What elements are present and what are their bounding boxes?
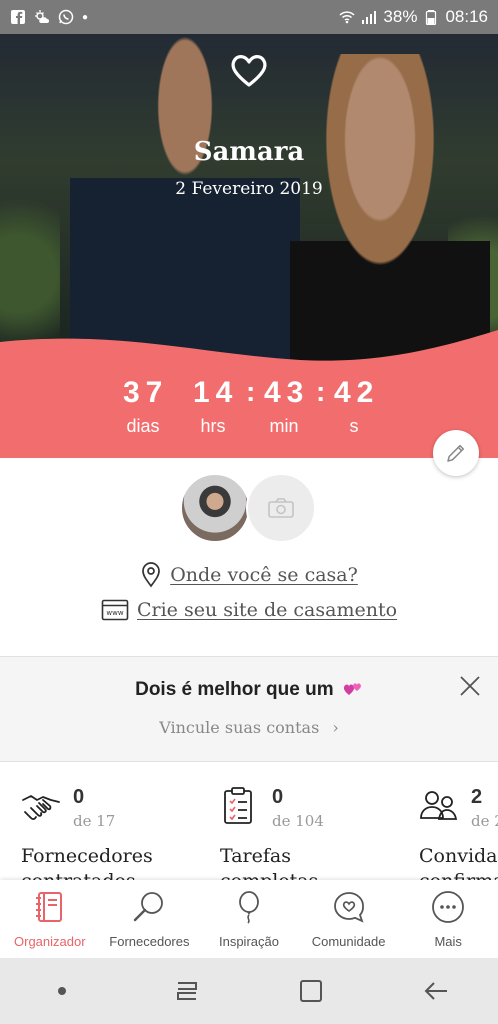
chevron-right-icon: › — [332, 718, 339, 737]
tab-label: Comunidade — [311, 934, 386, 949]
heart-icon — [231, 55, 267, 87]
dot-icon — [58, 987, 67, 995]
stat-tasks[interactable]: 0 de 104 Tarefas completas — [220, 770, 420, 880]
close-icon[interactable] — [458, 674, 482, 698]
countdown-minutes: 43 — [264, 376, 310, 409]
venue-link[interactable]: Onde você se casa? — [0, 562, 498, 588]
promo-title-row: Dois é melhor que um — [0, 679, 498, 701]
couple-name: Samara — [193, 137, 305, 167]
camera-icon — [268, 498, 294, 518]
whatsapp-icon — [58, 9, 74, 25]
wifi-icon — [339, 11, 355, 24]
wedding-date: 2 Fevereiro 2019 — [175, 179, 323, 199]
guests-icon — [420, 791, 458, 820]
guests-total: de 2 — [471, 812, 498, 830]
balloon-icon — [239, 891, 259, 924]
bottom-tab-bar: Organizador Fornecedores Inspiração Comu… — [0, 880, 498, 958]
countdown-seconds: 42 — [334, 376, 380, 409]
facebook-icon — [11, 10, 25, 24]
tab-label: Inspiração — [218, 934, 279, 949]
divider — [0, 761, 498, 762]
guests-label: Convidados — [419, 845, 498, 867]
promo-title: Dois é melhor que um — [135, 679, 334, 700]
link-accounts-promo: Dois é melhor que um Vincule suas contas… — [0, 657, 498, 761]
countdown-separator: : — [246, 376, 256, 407]
svg-text:www: www — [106, 609, 123, 617]
couple-avatars — [180, 473, 320, 543]
link-accounts-button[interactable]: Vincule suas contas › — [0, 718, 498, 737]
tasks-label: Tarefas — [220, 845, 291, 867]
clock: 08:16 — [445, 7, 488, 26]
avatar[interactable] — [180, 473, 250, 543]
dot-icon: ● — [82, 11, 89, 23]
tab-label: Fornecedores — [109, 934, 190, 949]
home-icon — [300, 980, 323, 1002]
countdown-days: 37 — [123, 376, 169, 409]
tab-label: Organizador — [14, 934, 86, 949]
recent-apps-icon — [176, 982, 197, 1000]
tab-organizador[interactable]: Organizador — [0, 880, 100, 958]
countdown-hours: 14 — [193, 376, 239, 409]
back-button[interactable] — [416, 971, 456, 1011]
tab-fornecedores[interactable]: Fornecedores — [100, 880, 200, 958]
vendors-label: Fornecedores — [21, 845, 153, 867]
back-arrow-icon — [424, 982, 447, 1000]
add-partner-photo-button[interactable] — [246, 473, 316, 543]
countdown-minutes-label: min — [269, 416, 299, 436]
wedding-site-link-label: Crie seu site de casamento — [136, 599, 398, 621]
countdown-seconds-label: s — [349, 416, 359, 436]
recent-apps-button[interactable] — [167, 971, 207, 1011]
edit-button[interactable] — [433, 430, 479, 476]
checklist-icon — [224, 787, 252, 824]
stats-row: 0 de 17 Fornecedores contratados 0 de 10… — [0, 770, 498, 880]
guests-label-2: confirmados — [419, 870, 498, 880]
website-icon: www — [101, 599, 129, 621]
battery-icon — [426, 10, 437, 25]
chat-heart-icon — [333, 892, 364, 923]
home-button[interactable] — [291, 971, 331, 1011]
vendors-total: de 17 — [73, 812, 116, 830]
countdown-separator: : — [316, 376, 326, 407]
battery-percent: 38% — [383, 7, 418, 26]
vendors-count: 0 — [73, 786, 85, 808]
tab-mais[interactable]: Mais — [398, 880, 498, 958]
link-accounts-label: Vincule suas contas — [159, 718, 320, 737]
hearts-icon — [343, 683, 361, 695]
location-pin-icon — [142, 562, 161, 588]
status-bar: ● 38% 08:16 — [0, 0, 498, 34]
weather-icon — [35, 10, 49, 23]
tasks-count: 0 — [272, 786, 284, 808]
wedding-site-link[interactable]: www Crie seu site de casamento — [0, 599, 498, 621]
stat-guests[interactable]: 2 de 2 Convidados confirmados — [419, 770, 498, 880]
handshake-icon — [22, 795, 60, 820]
signal-icon — [362, 11, 377, 24]
tasks-total: de 104 — [272, 812, 324, 830]
tab-inspiracao[interactable]: Inspiração — [199, 880, 299, 958]
tasks-label-2: completas — [220, 870, 318, 880]
venue-link-label: Onde você se casa? — [170, 564, 358, 586]
planner-icon — [35, 892, 62, 922]
search-icon — [134, 892, 164, 922]
countdown-days-label: dias — [126, 416, 160, 436]
more-icon — [432, 891, 465, 923]
countdown-hours-label: hrs — [200, 416, 226, 436]
stat-vendors[interactable]: 0 de 17 Fornecedores contratados — [21, 770, 221, 880]
tab-comunidade[interactable]: Comunidade — [299, 880, 399, 958]
tab-label: Mais — [434, 934, 462, 949]
guests-count: 2 — [471, 786, 483, 808]
pencil-icon — [447, 444, 465, 462]
system-nav-bar — [0, 958, 498, 1024]
vendors-label-2: contratados — [21, 870, 136, 880]
nav-dot-button[interactable] — [42, 971, 82, 1011]
countdown-banner: 37 dias 14 hrs : 43 min : 42 s — [0, 330, 498, 458]
